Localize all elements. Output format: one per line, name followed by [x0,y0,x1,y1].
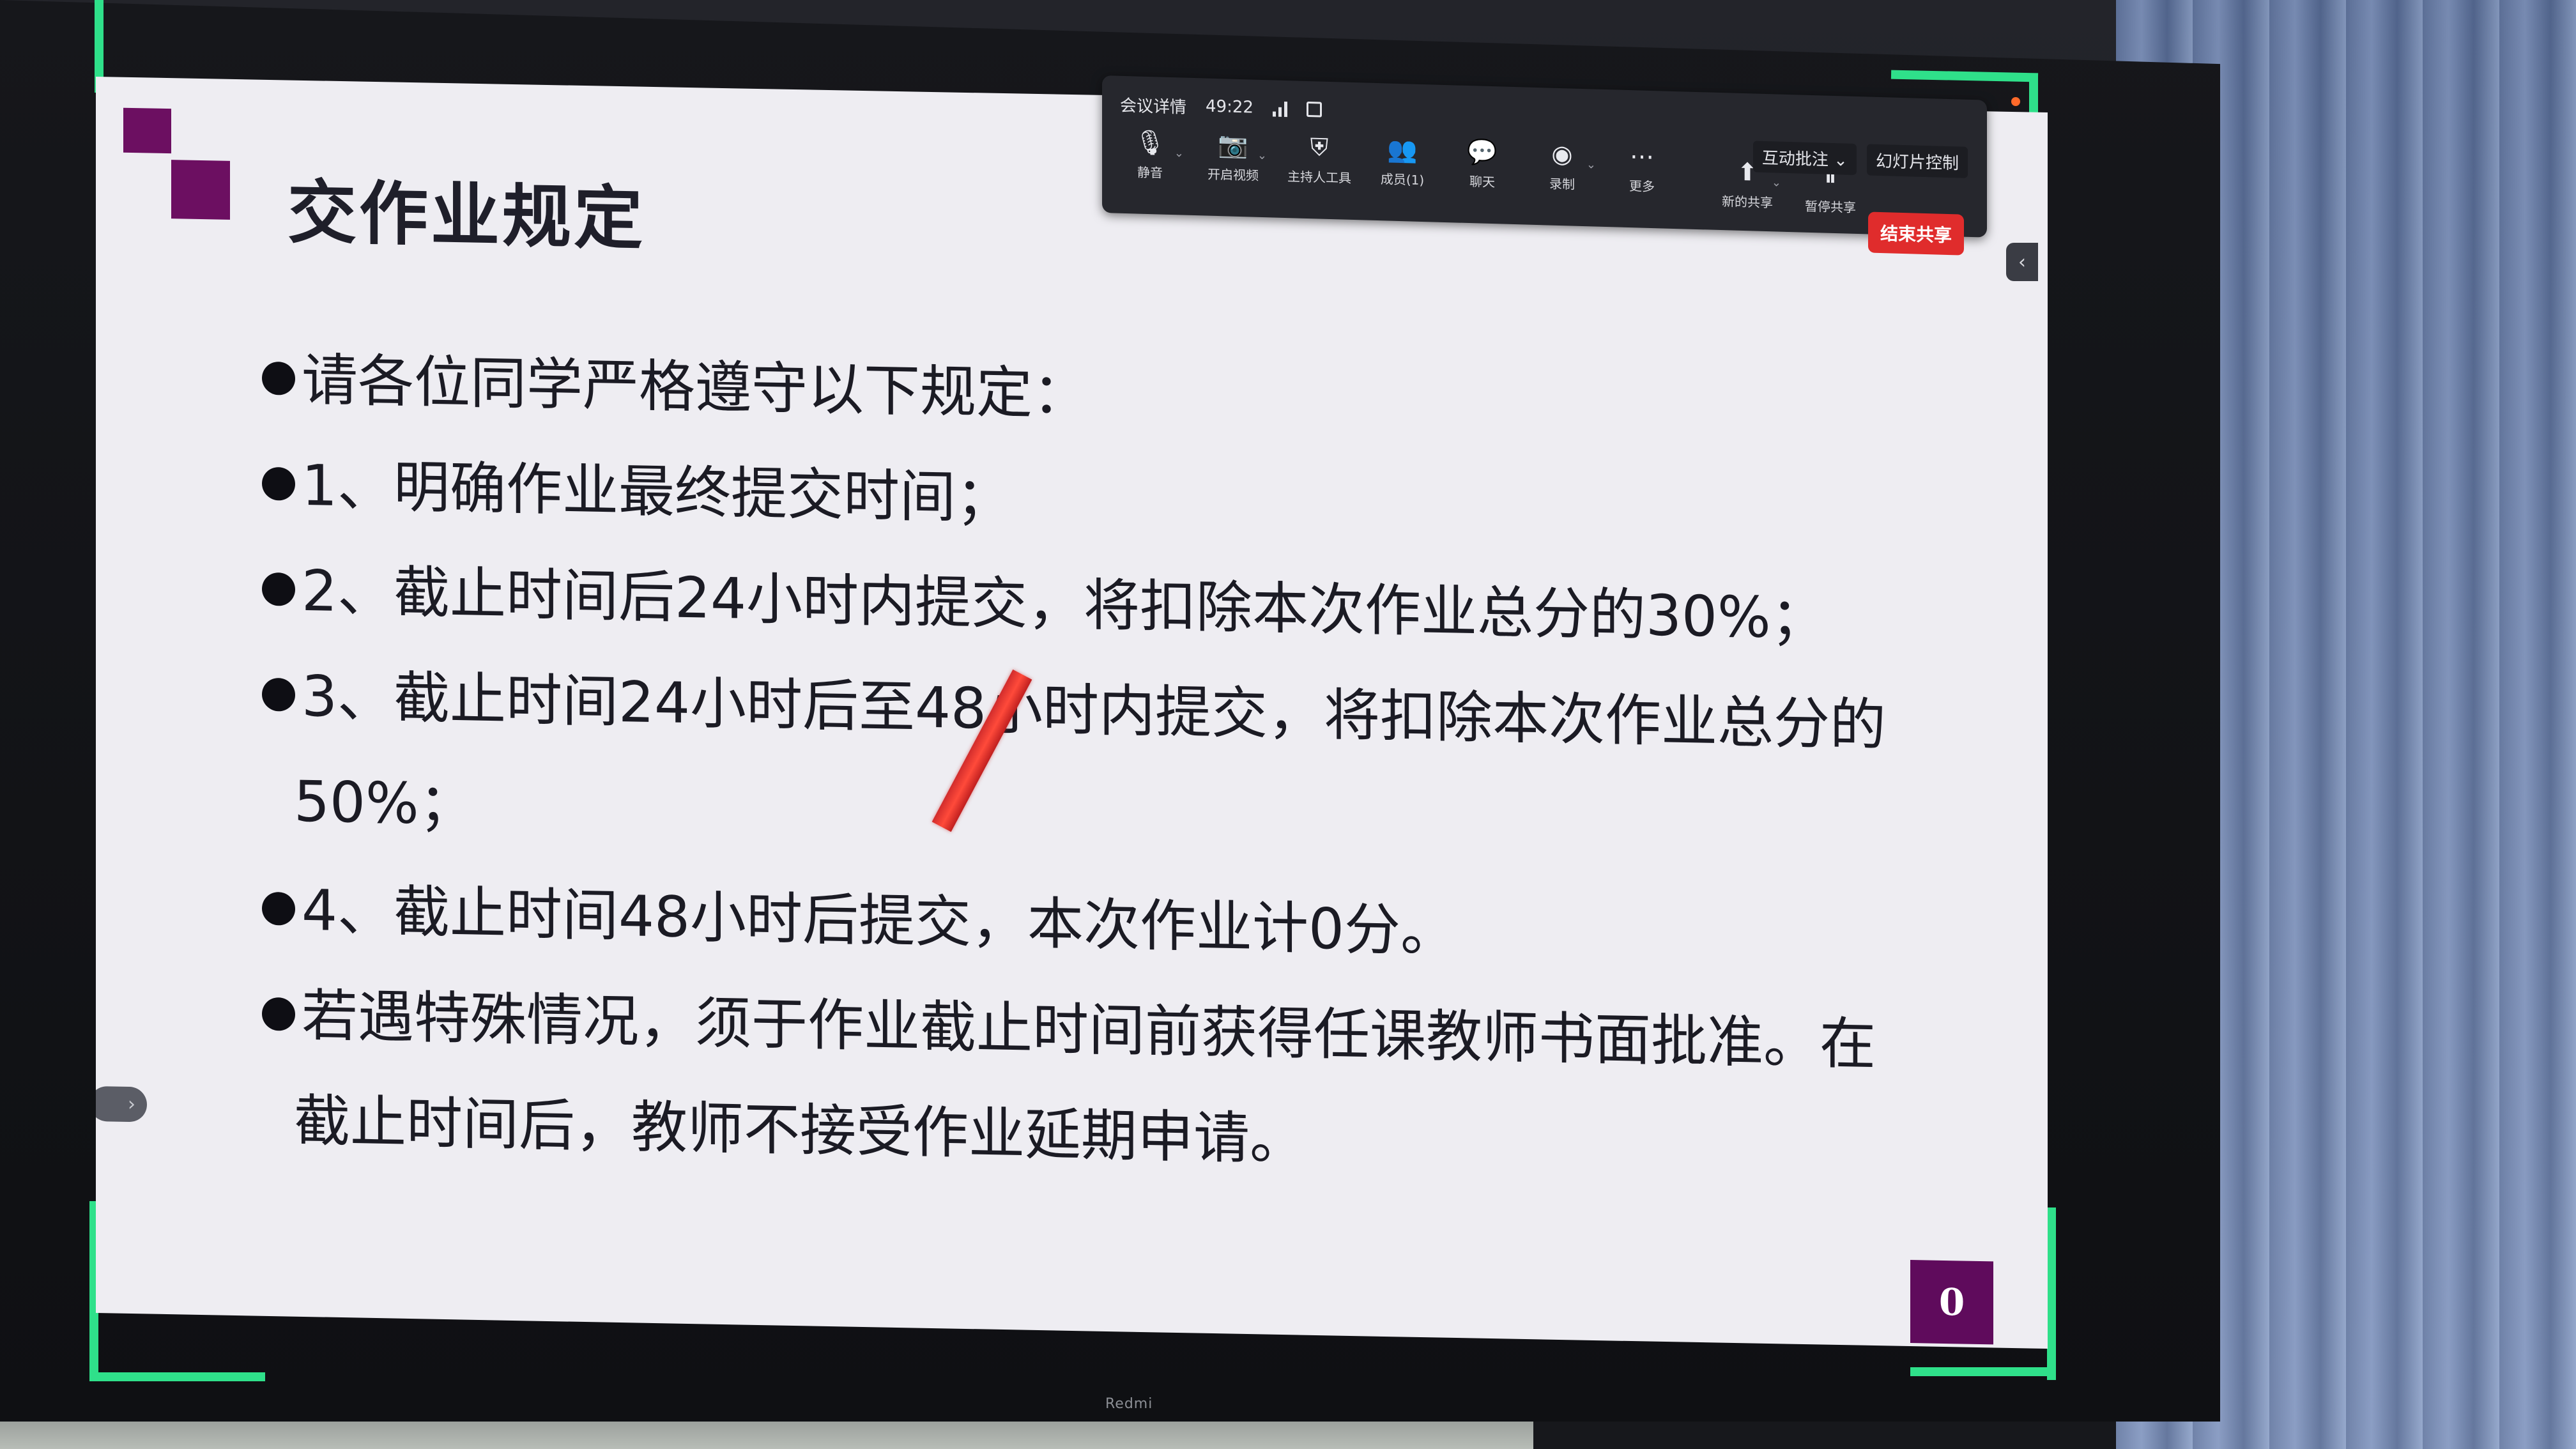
bullet-item: 1、明确作业最终提交时间； [262,452,1012,531]
tv-brand-label: Redmi [1105,1396,1153,1412]
chat-icon: 💬 [1467,137,1498,166]
signal-icon [1272,100,1287,118]
slide-control-button[interactable]: 幻灯片控制 [1866,144,1968,178]
meeting-toolbar: 会议详情 49:22 🎙 静音 ⌄ 📷 开启视频 ⌄ ⛨ 主持人工具 👥 成员(… [1102,75,1987,256]
microphone-icon: 🎙 [1134,127,1166,157]
collapse-panel-button[interactable]: ‹ [2006,243,2038,281]
share-border-bottom-left-h [89,1372,265,1381]
share-border-bottom-right-h [1910,1367,2056,1376]
bullet-dot-icon [262,361,295,395]
popout-icon[interactable] [1306,101,1322,118]
annotate-button[interactable]: 互动批注 ⌄ [1752,141,1857,175]
bullet-dot-icon [262,572,295,606]
chat-button[interactable]: 💬 聊天 [1447,136,1517,208]
meeting-info-button[interactable]: 会议详情 [1120,92,1186,118]
bullet-dot-icon [262,677,295,712]
members-icon: 👥 [1387,134,1418,164]
bullet-item: 4、截止时间48小时后提交，本次作业计0分。 [262,877,1457,964]
members-button[interactable]: 👥 成员(1) [1367,134,1438,206]
chevron-left-icon: ‹ [2018,250,2026,273]
chevron-down-icon[interactable]: ⌄ [1772,176,1781,189]
chevron-down-icon[interactable]: ⌄ [1257,149,1267,162]
share-border-bottom-right-v [2047,1208,2056,1380]
bullet-dot-icon [262,466,295,501]
bullet-item: 请各位同学严格遵守以下规定： [262,347,1089,427]
bullet-continuation: 50%； [294,768,475,838]
more-icon: ⋯ [1630,142,1654,171]
video-button[interactable]: 📷 开启视频 ⌄ [1198,129,1268,201]
record-icon: ◉ [1551,139,1573,169]
bullet-dot-icon [262,891,295,926]
record-button[interactable]: ◉ 录制 ⌄ [1527,139,1597,211]
recording-indicator-icon [2011,97,2020,106]
end-share-button[interactable]: 结束共享 [1868,211,1964,256]
chevron-down-icon[interactable]: ⌄ [1174,146,1184,160]
bullet-item: 若遇特殊情况，须于作业截止时间前获得任课教师书面批准。在 [262,983,1876,1077]
bullet-continuation: 截止时间后，教师不接受作业延期申请。 [294,1087,1307,1172]
presentation-slide: 交作业规定 请各位同学严格遵守以下规定： 1、明确作业最终提交时间； 2、截止时… [96,77,2048,1349]
more-button[interactable]: ⋯ 更多 [1607,141,1677,213]
mute-button[interactable]: 🎙 静音 ⌄ [1115,127,1185,199]
shield-icon: ⛨ [1310,132,1329,162]
slide-title: 交作业规定 [288,172,646,259]
bullet-dot-icon [262,997,295,1031]
slide-page-number-box: 0 [1910,1260,1993,1345]
meeting-info-bar: 会议详情 49:22 [1120,91,1322,123]
host-tools-button[interactable]: ⛨ 主持人工具 [1284,132,1354,204]
bullet-item: 2、截止时间后24小时内提交，将扣除本次作业总分的30%； [262,558,1827,652]
slide-page-number: 0 [1938,1280,1965,1324]
side-panel-handle[interactable]: › [96,1085,147,1123]
photo-scene: Redmi 交作业规定 请各位同学严格遵守以下规定： 1、明确作业最终提交时间；… [0,0,2576,1449]
chevron-down-icon[interactable]: ⌄ [1586,158,1596,171]
toolbar-right-controls: 互动批注 ⌄ 幻灯片控制 [1752,141,1968,178]
video-camera-icon: 📷 [1218,130,1248,159]
title-decoration-square-1 [123,107,171,154]
title-decoration-square-2 [171,160,230,220]
meeting-timer: 49:22 [1206,96,1254,118]
bullet-item: 3、截止时间24小时后至48小时内提交，将扣除本次作业总分的 [262,663,1886,758]
